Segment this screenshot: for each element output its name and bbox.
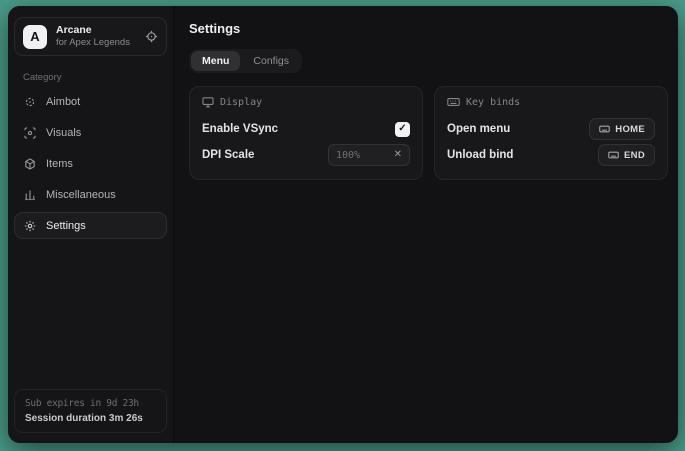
dpi-scale-value: 100% bbox=[336, 150, 360, 161]
scan-eye-icon bbox=[24, 127, 36, 139]
brand-subtitle: for Apex Legends bbox=[56, 37, 130, 49]
unload-bind-label: Unload bind bbox=[447, 149, 513, 161]
sidebar-item-miscellaneous[interactable]: Miscellaneous bbox=[14, 181, 167, 208]
sidebar-item-label: Visuals bbox=[46, 127, 81, 139]
sidebar-item-label: Items bbox=[46, 158, 73, 170]
category-nav: Aimbot Visuals Items bbox=[14, 88, 167, 239]
keyboard-icon bbox=[447, 96, 460, 108]
keyboard-icon bbox=[599, 124, 610, 134]
brand-text: Arcane for Apex Legends bbox=[56, 24, 130, 49]
vsync-row: Enable VSync ✓ bbox=[202, 116, 410, 142]
app-logo: A bbox=[23, 25, 47, 49]
brand-card: A Arcane for Apex Legends bbox=[14, 17, 167, 56]
settings-tabbar: Menu Configs bbox=[189, 49, 302, 73]
display-card: Display Enable VSync ✓ DPI Scale 100% ✕ bbox=[189, 86, 423, 180]
target-icon bbox=[145, 30, 158, 43]
sidebar-item-label: Miscellaneous bbox=[46, 189, 116, 201]
keybinds-card-title: Key binds bbox=[466, 97, 520, 108]
page-title: Settings bbox=[189, 21, 668, 36]
arcane-app-window: A Arcane for Apex Legends Category bbox=[8, 6, 678, 443]
columns-icon bbox=[24, 189, 36, 201]
keybinds-card-header: Key binds bbox=[447, 96, 655, 108]
monitor-icon bbox=[202, 96, 214, 108]
sidebar-item-aimbot[interactable]: Aimbot bbox=[14, 88, 167, 115]
display-card-header: Display bbox=[202, 96, 410, 108]
sidebar: A Arcane for Apex Legends Category bbox=[8, 6, 174, 443]
vsync-checkbox[interactable]: ✓ bbox=[395, 122, 410, 137]
sub-expiry-text: Sub expires in 9d 23h bbox=[25, 398, 156, 409]
display-card-title: Display bbox=[220, 97, 262, 108]
gear-icon bbox=[24, 220, 36, 232]
sidebar-item-label: Settings bbox=[46, 220, 86, 232]
dpi-scale-input[interactable]: 100% ✕ bbox=[328, 144, 410, 166]
unload-bind-button[interactable]: END bbox=[598, 144, 655, 166]
sidebar-item-visuals[interactable]: Visuals bbox=[14, 119, 167, 146]
settings-cards: Display Enable VSync ✓ DPI Scale 100% ✕ bbox=[189, 86, 668, 180]
dpi-row: DPI Scale 100% ✕ bbox=[202, 142, 410, 168]
sidebar-item-label: Aimbot bbox=[46, 96, 80, 108]
dpi-label: DPI Scale bbox=[202, 149, 254, 161]
main-panel: Settings Menu Configs Display bbox=[174, 6, 678, 443]
crosshair-icon bbox=[24, 96, 36, 108]
keybinds-card: Key binds Open menu HOME bbox=[434, 86, 668, 180]
session-duration-text: Session duration 3m 26s bbox=[25, 413, 156, 424]
tab-menu[interactable]: Menu bbox=[191, 51, 240, 71]
open-menu-bind-button[interactable]: HOME bbox=[589, 118, 655, 140]
brand-title: Arcane bbox=[56, 24, 130, 37]
vsync-label: Enable VSync bbox=[202, 123, 278, 135]
subscription-info-card: Sub expires in 9d 23h Session duration 3… bbox=[14, 389, 167, 433]
category-label: Category bbox=[23, 72, 167, 83]
open-menu-bind-value: HOME bbox=[615, 124, 645, 135]
package-icon bbox=[24, 158, 36, 170]
sidebar-item-items[interactable]: Items bbox=[14, 150, 167, 177]
unload-bind-value: END bbox=[624, 150, 645, 161]
open-menu-label: Open menu bbox=[447, 123, 510, 135]
open-menu-row: Open menu HOME bbox=[447, 116, 655, 142]
clear-icon[interactable]: ✕ bbox=[394, 150, 402, 160]
unload-bind-row: Unload bind END bbox=[447, 142, 655, 168]
keyboard-icon bbox=[608, 150, 619, 160]
sidebar-item-settings[interactable]: Settings bbox=[14, 212, 167, 239]
tab-configs[interactable]: Configs bbox=[242, 51, 300, 71]
